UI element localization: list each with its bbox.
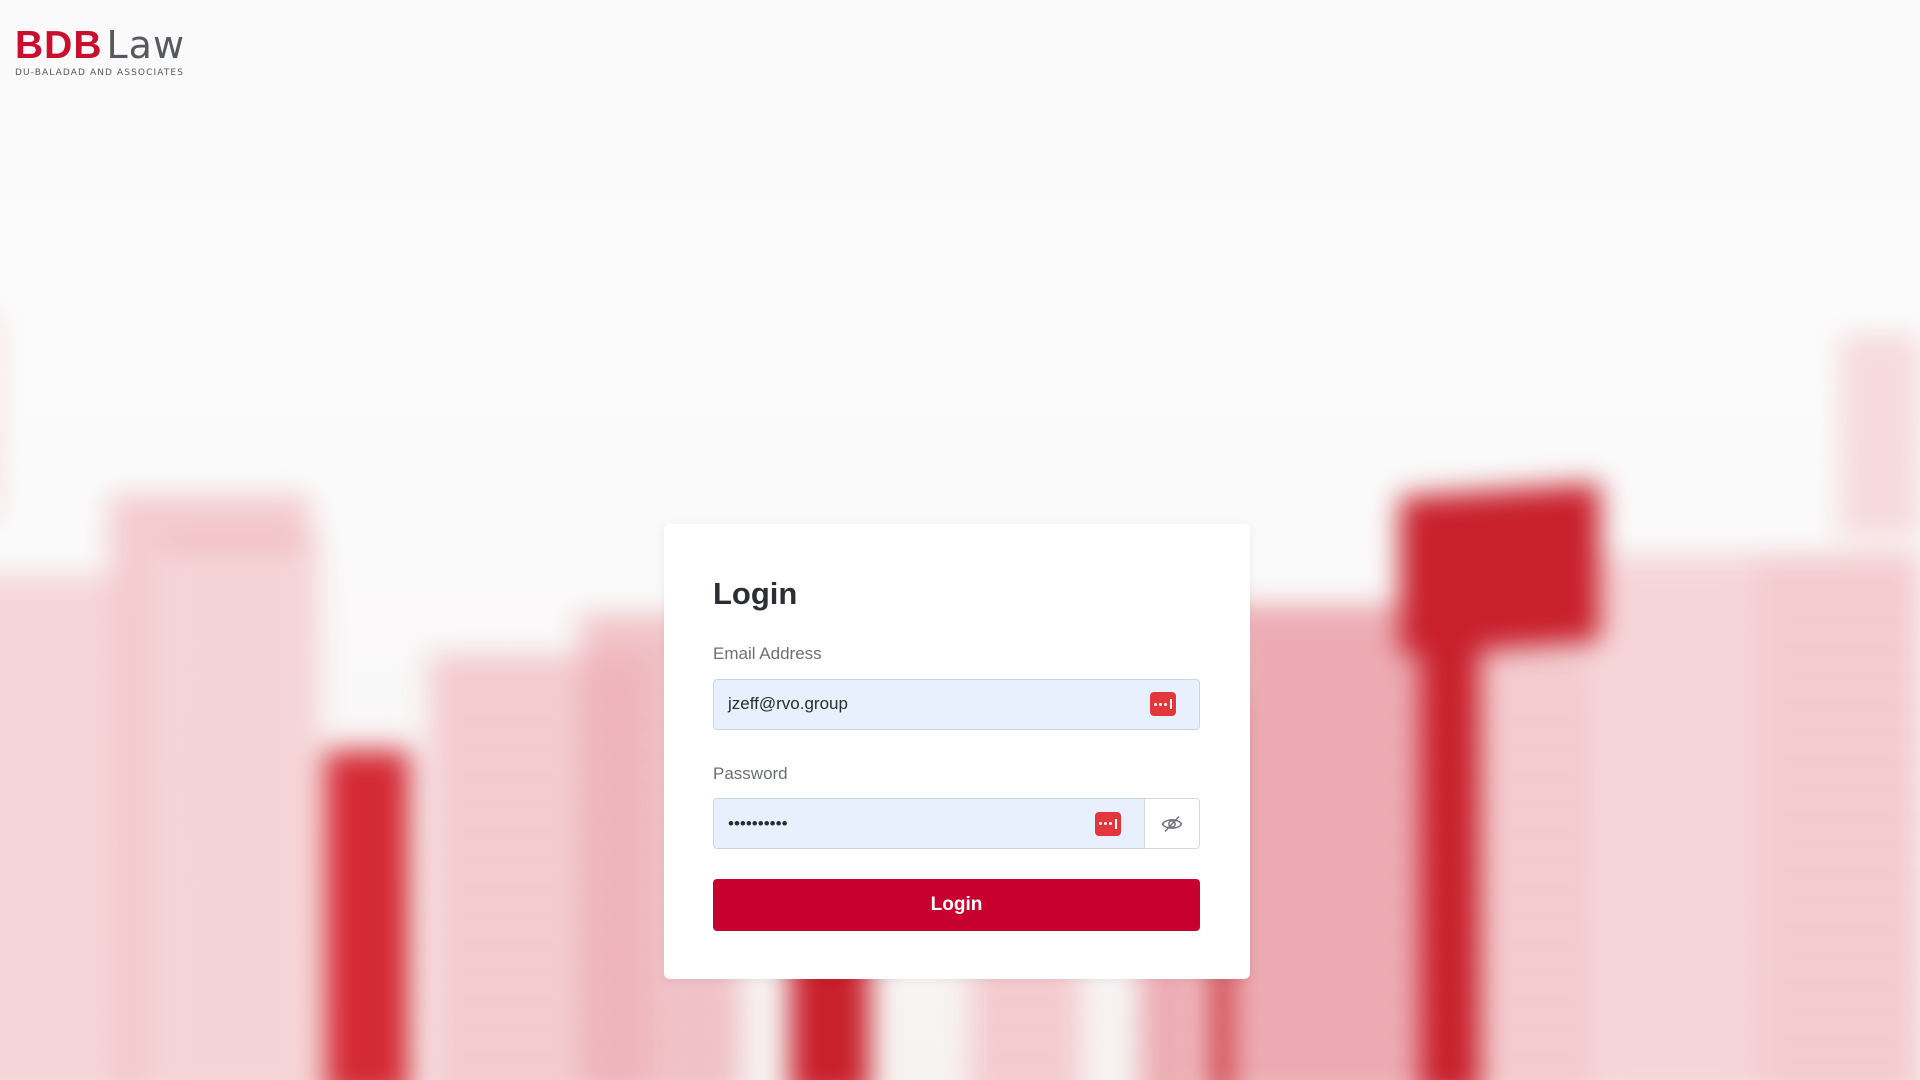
logo-primary-text: BDB bbox=[15, 24, 103, 67]
toggle-password-visibility-button[interactable] bbox=[1144, 798, 1200, 850]
password-manager-icon[interactable] bbox=[1095, 811, 1121, 836]
login-title: Login bbox=[713, 576, 798, 611]
login-button[interactable]: Login bbox=[713, 879, 1200, 932]
login-card: Login Email Address jzeff@rvo.group Pass… bbox=[664, 524, 1250, 979]
password-value[interactable]: •••••••••• bbox=[714, 814, 1095, 834]
eye-slash-icon bbox=[1161, 815, 1183, 832]
email-value[interactable]: jzeff@rvo.group bbox=[714, 694, 1150, 714]
password-field[interactable]: •••••••••• bbox=[713, 798, 1144, 850]
email-field[interactable]: jzeff@rvo.group bbox=[713, 678, 1200, 730]
password-group: •••••••••• bbox=[713, 798, 1200, 850]
logo-tagline: DU-BALADAD AND ASSOCIATES bbox=[15, 68, 185, 78]
logo-wordmark: BDB Law bbox=[15, 26, 185, 65]
password-manager-icon[interactable] bbox=[1150, 692, 1176, 717]
company-logo: BDB Law DU-BALADAD AND ASSOCIATES bbox=[15, 26, 185, 78]
password-label: Password bbox=[713, 763, 788, 783]
logo-secondary-text: Law bbox=[106, 23, 186, 67]
email-label: Email Address bbox=[713, 644, 822, 664]
